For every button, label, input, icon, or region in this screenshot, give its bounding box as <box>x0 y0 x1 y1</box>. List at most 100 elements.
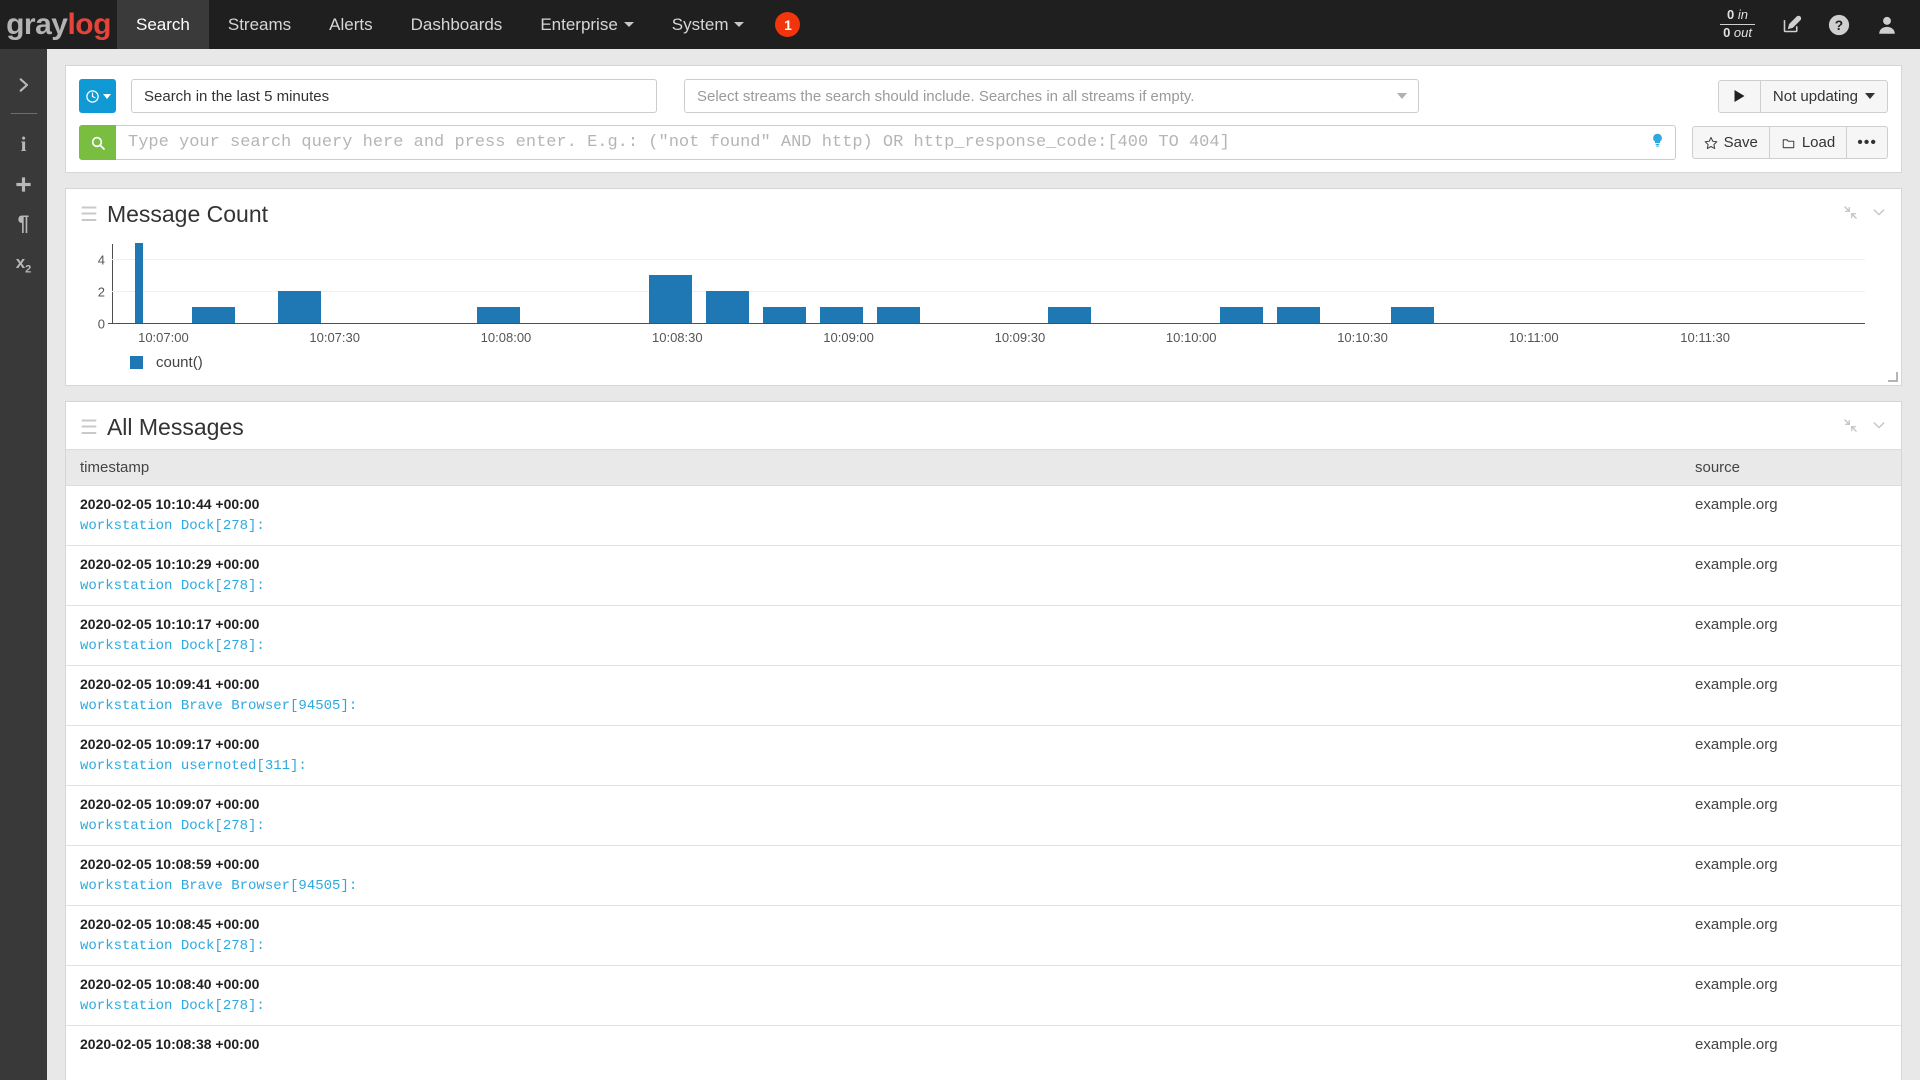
add-widget-icon[interactable] <box>7 164 41 204</box>
table-row[interactable]: 2020-02-05 10:10:29 +00:00workstation Do… <box>66 546 1901 606</box>
chart-bar[interactable] <box>1220 307 1263 323</box>
user-icon[interactable] <box>1876 14 1898 36</box>
throughput-indicator[interactable]: 0 in 0 out <box>1720 7 1755 42</box>
table-row[interactable]: 2020-02-05 10:10:17 +00:00workstation Do… <box>66 606 1901 666</box>
message-cell[interactable]: 2020-02-05 10:08:38 +00:00 <box>66 1026 1681 1066</box>
source-cell[interactable]: example.org <box>1681 486 1901 546</box>
more-options-button[interactable]: ••• <box>1847 126 1888 159</box>
source-value: example.org <box>1695 796 1778 813</box>
message-timestamp: 2020-02-05 10:10:17 +00:00 <box>80 616 1681 632</box>
source-cell[interactable]: example.org <box>1681 906 1901 966</box>
source-cell[interactable]: example.org <box>1681 966 1901 1026</box>
all-messages-widget: ☰ All Messages timestamp <box>65 401 1902 1080</box>
nav-item-alerts[interactable]: Alerts <box>310 0 391 49</box>
chart-plot-area[interactable]: 024 <box>112 244 1865 324</box>
play-refresh-button[interactable] <box>1718 80 1761 113</box>
message-timestamp: 2020-02-05 10:08:40 +00:00 <box>80 976 1681 992</box>
chart-bar[interactable] <box>278 291 321 323</box>
search-query-input[interactable]: Type your search query here and press en… <box>116 125 1676 160</box>
nav-label-streams: Streams <box>228 15 291 35</box>
collapse-icon[interactable] <box>1843 205 1858 225</box>
chart-bar[interactable] <box>192 307 235 323</box>
chevron-down-icon[interactable] <box>1871 417 1887 438</box>
load-search-button[interactable]: Load <box>1770 126 1847 159</box>
table-row[interactable]: 2020-02-05 10:09:07 +00:00workstation Do… <box>66 786 1901 846</box>
lightbulb-icon[interactable] <box>1650 132 1665 153</box>
subscript-icon[interactable]: x2 <box>7 244 41 284</box>
chart-bar[interactable] <box>706 291 749 323</box>
chart-bar[interactable] <box>1048 307 1091 323</box>
notification-badge[interactable]: 1 <box>775 12 800 37</box>
chart-bar[interactable] <box>820 307 863 323</box>
help-icon[interactable]: ? <box>1828 14 1850 36</box>
pilcrow-icon[interactable]: ¶ <box>7 204 41 244</box>
info-icon[interactable]: i <box>7 124 41 164</box>
load-label: Load <box>1802 134 1835 151</box>
timerange-value: Search in the last 5 minutes <box>144 88 329 105</box>
nav-item-system[interactable]: System <box>653 0 764 49</box>
source-cell[interactable]: example.org <box>1681 1026 1901 1066</box>
refresh-interval-dropdown[interactable]: Not updating <box>1761 80 1888 113</box>
timerange-display[interactable]: Search in the last 5 minutes <box>131 79 657 113</box>
table-row[interactable]: 2020-02-05 10:08:59 +00:00workstation Br… <box>66 846 1901 906</box>
message-timestamp: 2020-02-05 10:09:17 +00:00 <box>80 736 1681 752</box>
chart-bar[interactable] <box>477 307 520 323</box>
save-search-button[interactable]: Save <box>1692 126 1770 159</box>
message-cell[interactable]: 2020-02-05 10:10:44 +00:00workstation Do… <box>66 486 1681 546</box>
all-messages-title: All Messages <box>107 414 244 441</box>
streams-select[interactable]: Select streams the search should include… <box>684 79 1419 113</box>
source-value: example.org <box>1695 616 1778 633</box>
chevron-down-icon[interactable] <box>1871 204 1887 225</box>
message-cell[interactable]: 2020-02-05 10:08:45 +00:00workstation Do… <box>66 906 1681 966</box>
source-cell[interactable]: example.org <box>1681 846 1901 906</box>
widget-resize-handle[interactable] <box>1887 371 1899 383</box>
nav-label-system: System <box>672 15 729 35</box>
nav-item-streams[interactable]: Streams <box>209 0 310 49</box>
chart-bar[interactable] <box>1391 307 1434 323</box>
source-cell[interactable]: example.org <box>1681 546 1901 606</box>
timerange-picker-button[interactable] <box>79 79 116 113</box>
chart-bar[interactable] <box>649 275 692 323</box>
message-cell[interactable]: 2020-02-05 10:10:29 +00:00workstation Do… <box>66 546 1681 606</box>
collapse-icon[interactable] <box>1843 418 1858 438</box>
source-cell[interactable]: example.org <box>1681 666 1901 726</box>
messages-table-head: timestamp source <box>66 450 1901 486</box>
chart-bar[interactable] <box>135 243 143 323</box>
nav-menu: Search Streams Alerts Dashboards Enterpr… <box>117 0 800 49</box>
chart-bar[interactable] <box>877 307 920 323</box>
nav-item-search[interactable]: Search <box>117 0 209 49</box>
drag-handle-icon[interactable]: ☰ <box>80 418 98 438</box>
message-body: workstation Dock[278]: <box>80 578 1681 594</box>
message-cell[interactable]: 2020-02-05 10:09:07 +00:00workstation Do… <box>66 786 1681 846</box>
graylog-logo[interactable]: graylog <box>0 0 117 49</box>
column-header-source[interactable]: source <box>1681 450 1901 486</box>
drag-handle-icon[interactable]: ☰ <box>80 205 98 225</box>
chart-bar[interactable] <box>1277 307 1320 323</box>
message-cell[interactable]: 2020-02-05 10:09:41 +00:00workstation Br… <box>66 666 1681 726</box>
message-cell[interactable]: 2020-02-05 10:10:17 +00:00workstation Do… <box>66 606 1681 666</box>
message-cell[interactable]: 2020-02-05 10:08:40 +00:00workstation Do… <box>66 966 1681 1026</box>
search-submit-button[interactable] <box>79 125 116 160</box>
nav-item-dashboards[interactable]: Dashboards <box>392 0 522 49</box>
message-count-widget: ☰ Message Count 024 <box>65 188 1902 386</box>
table-row[interactable]: 2020-02-05 10:08:38 +00:00example.org <box>66 1026 1901 1066</box>
table-row[interactable]: 2020-02-05 10:09:41 +00:00workstation Br… <box>66 666 1901 726</box>
table-row[interactable]: 2020-02-05 10:08:45 +00:00workstation Do… <box>66 906 1901 966</box>
source-cell[interactable]: example.org <box>1681 606 1901 666</box>
message-timestamp: 2020-02-05 10:10:44 +00:00 <box>80 496 1681 512</box>
sidebar-divider <box>11 113 37 114</box>
messages-table-body: 2020-02-05 10:10:44 +00:00 workstation Do… <box>66 486 1901 1066</box>
chart-bar[interactable] <box>763 307 806 323</box>
edit-icon[interactable] <box>1781 14 1802 35</box>
chart-x-tick: 10:11:30 <box>1680 330 1730 345</box>
message-cell[interactable]: 2020-02-05 10:08:59 +00:00workstation Br… <box>66 846 1681 906</box>
source-cell[interactable]: example.org <box>1681 786 1901 846</box>
message-cell[interactable]: 2020-02-05 10:09:17 +00:00workstation us… <box>66 726 1681 786</box>
column-header-timestamp[interactable]: timestamp <box>66 450 1681 486</box>
expand-sidebar-icon[interactable] <box>7 65 41 105</box>
table-row[interactable]: 2020-02-05 10:10:44 +00:00workstation Do… <box>66 486 1901 546</box>
nav-item-enterprise[interactable]: Enterprise <box>521 0 652 49</box>
table-row[interactable]: 2020-02-05 10:09:17 +00:00workstation us… <box>66 726 1901 786</box>
table-row[interactable]: 2020-02-05 10:08:40 +00:00workstation Do… <box>66 966 1901 1026</box>
source-cell[interactable]: example.org <box>1681 726 1901 786</box>
